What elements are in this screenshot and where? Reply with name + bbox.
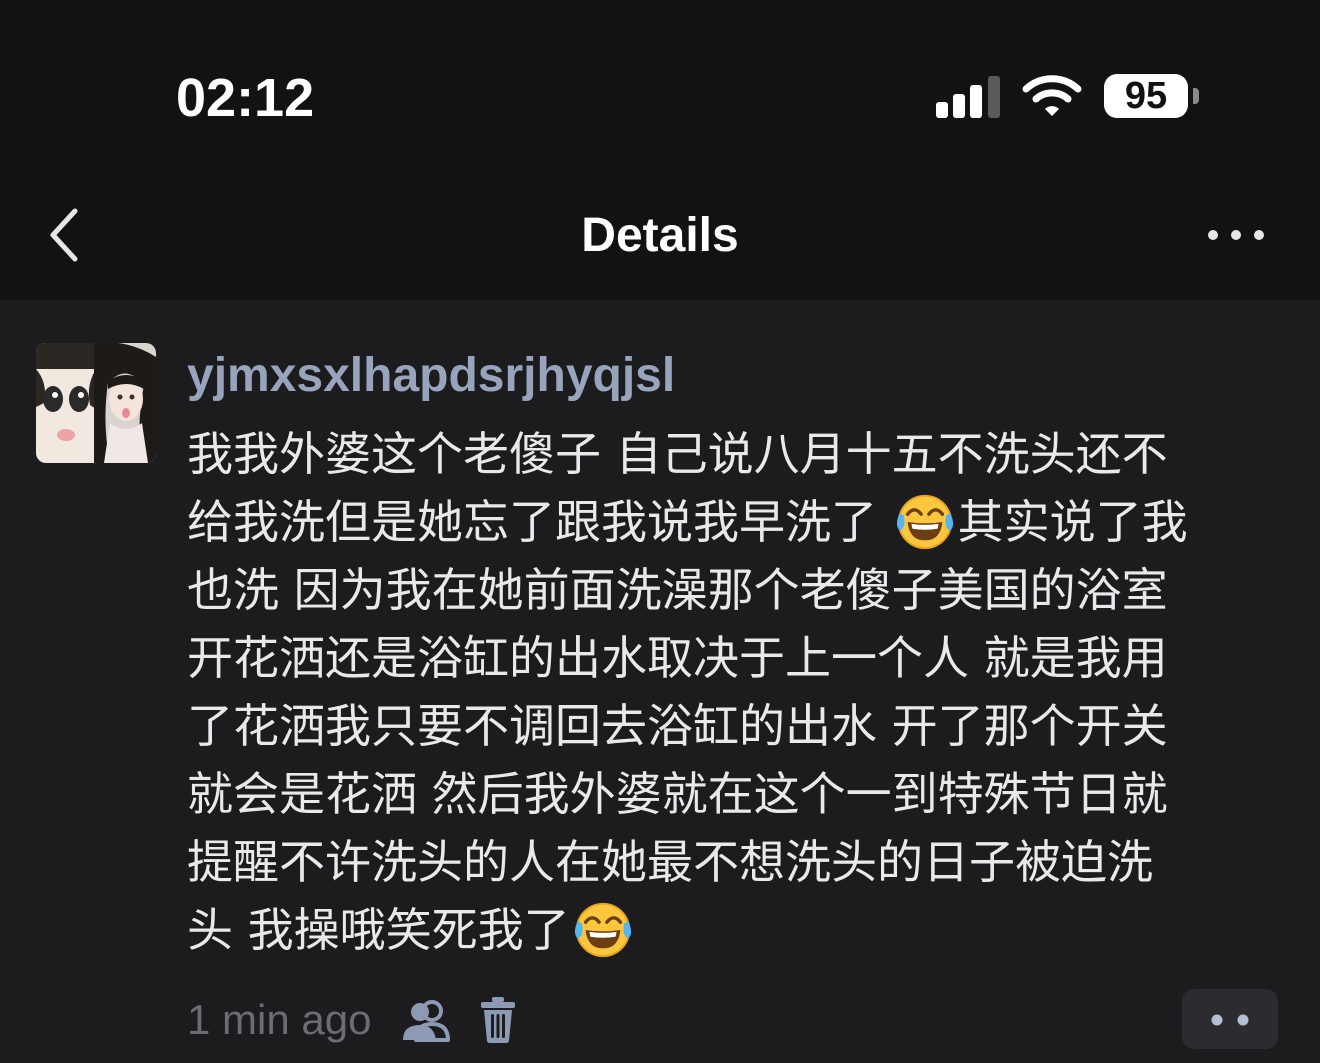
comment-line: 给我洗但是她忘了跟我说我早洗了 其实说了我 [187, 488, 1287, 556]
users-icon[interactable] [400, 998, 452, 1042]
battery-icon: 95 [1104, 74, 1200, 120]
comment-text-segment: 就会是花洒 然后我外婆就在这个一到特殊节日就 [187, 767, 1168, 821]
face-with-tears-of-joy-icon [574, 902, 631, 958]
comment-line: 了花洒我只要不调回去浴缸的出水 开了那个开关 [187, 692, 1287, 760]
comment-text-segment: 头 我操哦笑死我了 [187, 903, 570, 957]
comment-text: 我我外婆这个老傻子 自己说八月十五不洗头还不 给我洗但是她忘了跟我说我早洗了 其… [187, 420, 1287, 964]
comment-text-segment: 其实说了我 [957, 495, 1188, 549]
comment-text-segment: 开花洒还是浴缸的出水取决于上一个人 就是我用 [187, 631, 1168, 685]
battery-level: 95 [1124, 75, 1168, 117]
comment-line: 也洗 因为我在她前面洗澡那个老傻子美国的浴室 [187, 556, 1287, 624]
avatar[interactable] [36, 343, 156, 463]
header-area: 02:12 95 Details [0, 0, 1320, 300]
signal-icon [936, 76, 1000, 118]
comment-line: 我我外婆这个老傻子 自己说八月十五不洗头还不 [187, 420, 1287, 488]
timestamp: 1 min ago [187, 996, 372, 1043]
comment-text-segment: 了花洒我只要不调回去浴缸的出水 开了那个开关 [187, 699, 1168, 753]
page-title: Details [581, 209, 739, 262]
comment-text-segment: 提醒不许洗头的人在她最不想洗头的日子被迫洗 [187, 835, 1153, 889]
avatar-image [36, 343, 156, 463]
comment-line: 头 我操哦笑死我了 [187, 896, 1287, 964]
trash-icon[interactable] [480, 996, 516, 1044]
more-options-button[interactable] [1182, 989, 1278, 1049]
comment-text-segment: 给我洗但是她忘了跟我说我早洗了 [187, 495, 892, 549]
username[interactable]: yjmxsxlhapdsrjhyqjsl [187, 346, 675, 406]
face-with-tears-of-joy-icon [896, 494, 953, 550]
comment-line: 开花洒还是浴缸的出水取决于上一个人 就是我用 [187, 624, 1287, 692]
comment-text-segment: 也洗 因为我在她前面洗澡那个老傻子美国的浴室 [187, 563, 1168, 617]
comment-line: 就会是花洒 然后我外婆就在这个一到特殊节日就 [187, 760, 1287, 828]
comment-line: 提醒不许洗头的人在她最不想洗头的日子被迫洗 [187, 828, 1287, 896]
wifi-icon [1022, 75, 1082, 116]
more-horizontal-icon [1211, 1014, 1249, 1026]
status-time: 02:12 [176, 68, 315, 128]
more-horizontal-icon[interactable] [1206, 226, 1266, 244]
battery-cap [1193, 88, 1199, 104]
comment-text-segment: 我我外婆这个老傻子 自己说八月十五不洗头还不 [187, 427, 1168, 481]
details-screen: 02:12 95 Details yjmxsxlhapdsrjhyqjsl 我我… [0, 0, 1320, 1063]
